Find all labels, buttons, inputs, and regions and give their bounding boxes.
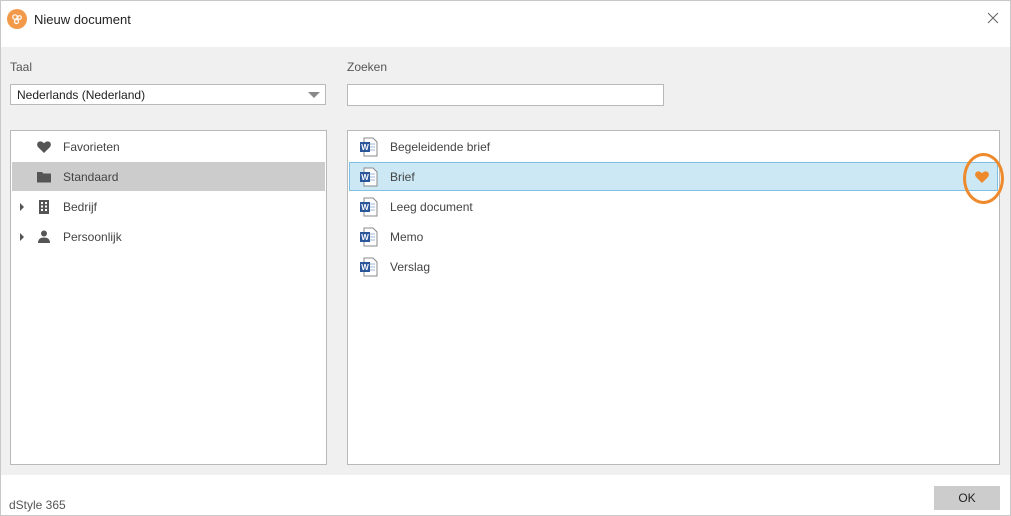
title-bar: Nieuw document xyxy=(1,1,1010,37)
template-item-brief[interactable]: W Brief xyxy=(349,162,998,191)
word-document-icon: W xyxy=(359,227,379,247)
svg-text:W: W xyxy=(361,263,369,272)
category-label: Persoonlijk xyxy=(63,230,122,244)
favorite-heart-icon[interactable] xyxy=(974,169,990,185)
template-list: W Begeleidende brief W Brief W Leeg docu… xyxy=(347,130,1000,465)
expand-arrow-icon[interactable] xyxy=(20,203,24,211)
search-label: Zoeken xyxy=(347,60,388,74)
word-document-icon: W xyxy=(359,167,379,187)
svg-text:W: W xyxy=(361,203,369,212)
category-item-persoonlijk[interactable]: Persoonlijk xyxy=(12,222,325,251)
heart-icon xyxy=(36,139,52,155)
ok-button[interactable]: OK xyxy=(934,486,1000,510)
word-document-icon: W xyxy=(359,257,379,277)
language-selected-value: Nederlands (Nederland) xyxy=(17,88,146,102)
dialog-content: Taal Nederlands (Nederland) Zoeken Favor… xyxy=(1,47,1010,475)
svg-text:W: W xyxy=(361,233,369,242)
category-tree: Favorieten Standaard Bedrijf Persoonlijk xyxy=(10,130,327,465)
folder-icon xyxy=(36,169,52,185)
template-label: Brief xyxy=(390,170,415,184)
footer-brand: dStyle 365 xyxy=(9,498,66,512)
new-document-dialog: Nieuw document Taal Nederlands (Nederlan… xyxy=(0,0,1011,516)
word-document-icon: W xyxy=(359,197,379,217)
person-icon xyxy=(36,229,52,245)
language-label: Taal xyxy=(10,60,33,74)
chevron-down-icon xyxy=(308,92,320,98)
template-label: Memo xyxy=(390,230,424,244)
svg-text:W: W xyxy=(361,173,369,182)
category-item-bedrijf[interactable]: Bedrijf xyxy=(12,192,325,221)
template-item-verslag[interactable]: W Verslag xyxy=(349,252,998,281)
category-label: Bedrijf xyxy=(63,200,98,214)
category-label: Favorieten xyxy=(63,140,120,154)
svg-text:W: W xyxy=(361,143,369,152)
language-select[interactable]: Nederlands (Nederland) xyxy=(10,84,326,105)
word-document-icon: W xyxy=(359,137,379,157)
dstyle-logo-icon xyxy=(7,9,27,29)
building-icon xyxy=(36,199,52,215)
search-input[interactable] xyxy=(347,84,664,106)
template-item-begeleidende-brief[interactable]: W Begeleidende brief xyxy=(349,132,998,161)
category-item-favorieten[interactable]: Favorieten xyxy=(12,132,325,161)
category-label: Standaard xyxy=(63,170,119,184)
template-label: Verslag xyxy=(390,260,431,274)
template-label: Leeg document xyxy=(390,200,473,214)
close-button[interactable] xyxy=(982,7,1004,29)
category-item-standaard[interactable]: Standaard xyxy=(12,162,325,191)
template-label: Begeleidende brief xyxy=(390,140,491,154)
template-item-memo[interactable]: W Memo xyxy=(349,222,998,251)
expand-arrow-icon[interactable] xyxy=(20,233,24,241)
close-icon xyxy=(987,12,999,24)
template-item-leeg-document[interactable]: W Leeg document xyxy=(349,192,998,221)
dialog-title: Nieuw document xyxy=(34,12,131,27)
